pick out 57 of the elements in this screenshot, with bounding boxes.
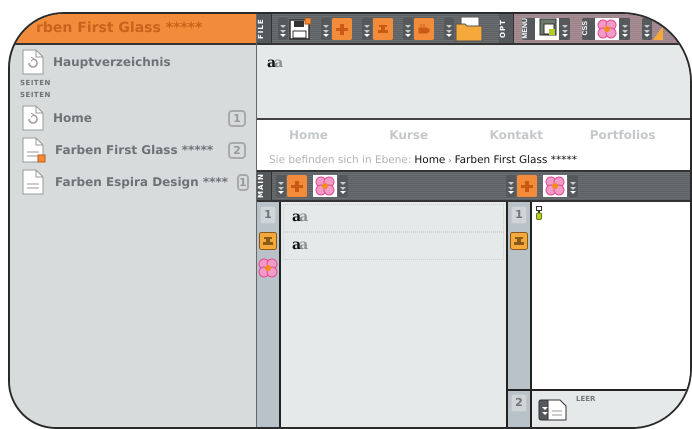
dropdown-arrows-icon: [338, 175, 348, 197]
plus-icon: [517, 175, 537, 197]
plus-icon: [287, 175, 307, 197]
flower-icon: [315, 176, 335, 196]
flower-icon: [258, 258, 278, 278]
dropdown-arrows-icon: [642, 18, 652, 40]
page-item[interactable]: Home 1: [10, 101, 256, 133]
plus-icon: [332, 18, 352, 40]
page-icon: [22, 105, 44, 131]
cup-icon: [414, 18, 434, 40]
cup-tool-button[interactable]: [403, 16, 434, 42]
stamp-icon: [510, 232, 528, 250]
row-number: 1: [260, 206, 276, 224]
folder-icon: [455, 16, 483, 42]
dropdown-arrows-icon: [278, 18, 288, 40]
dropdown-arrows-icon: [568, 175, 578, 197]
dropdown-arrows-icon: [444, 18, 454, 40]
add-tool-button[interactable]: [321, 16, 352, 42]
text-block-icon: aa: [292, 237, 495, 253]
add-tool-button[interactable]: [276, 175, 307, 197]
page-icon: [22, 169, 46, 195]
flower-tool-button[interactable]: [543, 175, 578, 197]
flower-icon: [545, 176, 565, 196]
row-number: 2: [511, 394, 527, 412]
flower-icon: [597, 18, 617, 38]
dropdown-arrows-icon: [506, 175, 516, 197]
count-badge: 1: [236, 174, 249, 190]
root-folder-item[interactable]: Hauptverzeichnis: [10, 45, 256, 77]
page-item[interactable]: Farben Espira Design **** 1: [10, 165, 256, 197]
stamp-icon: [259, 232, 277, 250]
flower-tool-button[interactable]: [313, 175, 348, 197]
dropdown-arrows-icon: [362, 18, 372, 40]
breadcrumb-prefix: Sie befinden sich in Ebene:: [269, 154, 412, 166]
save-tool-button[interactable]: [278, 16, 311, 42]
count-badge: 1: [228, 110, 246, 126]
page-item[interactable]: Farben First Glass ***** 2: [10, 133, 256, 165]
pin-icon: [536, 206, 542, 220]
breadcrumb-link[interactable]: Home: [414, 154, 446, 166]
text-block[interactable]: aa: [283, 204, 504, 232]
stamp-icon: [373, 18, 393, 40]
breadcrumb-link[interactable]: Farben First Glass *****: [454, 154, 577, 166]
page-icon: [22, 49, 44, 75]
dropdown-arrows-icon: [276, 175, 286, 197]
text-block-icon: aa: [292, 209, 495, 225]
breadcrumb-separator: ›: [448, 156, 452, 164]
row-number: 1: [511, 206, 527, 224]
more-tool-button[interactable]: [642, 18, 663, 40]
add-tool-button[interactable]: [506, 175, 537, 197]
tool-tool-button[interactable]: [362, 16, 393, 42]
floppy-icon: [289, 18, 311, 40]
text-block-icon: aa: [267, 55, 680, 71]
count-badge: 2: [228, 142, 246, 158]
dropdown-arrows-icon: [321, 18, 331, 40]
dropdown-arrows-icon: [403, 18, 413, 40]
folder-tool-button[interactable]: [444, 16, 483, 42]
text-block[interactable]: aa: [283, 232, 504, 260]
corner-tab-icon: [653, 26, 663, 40]
